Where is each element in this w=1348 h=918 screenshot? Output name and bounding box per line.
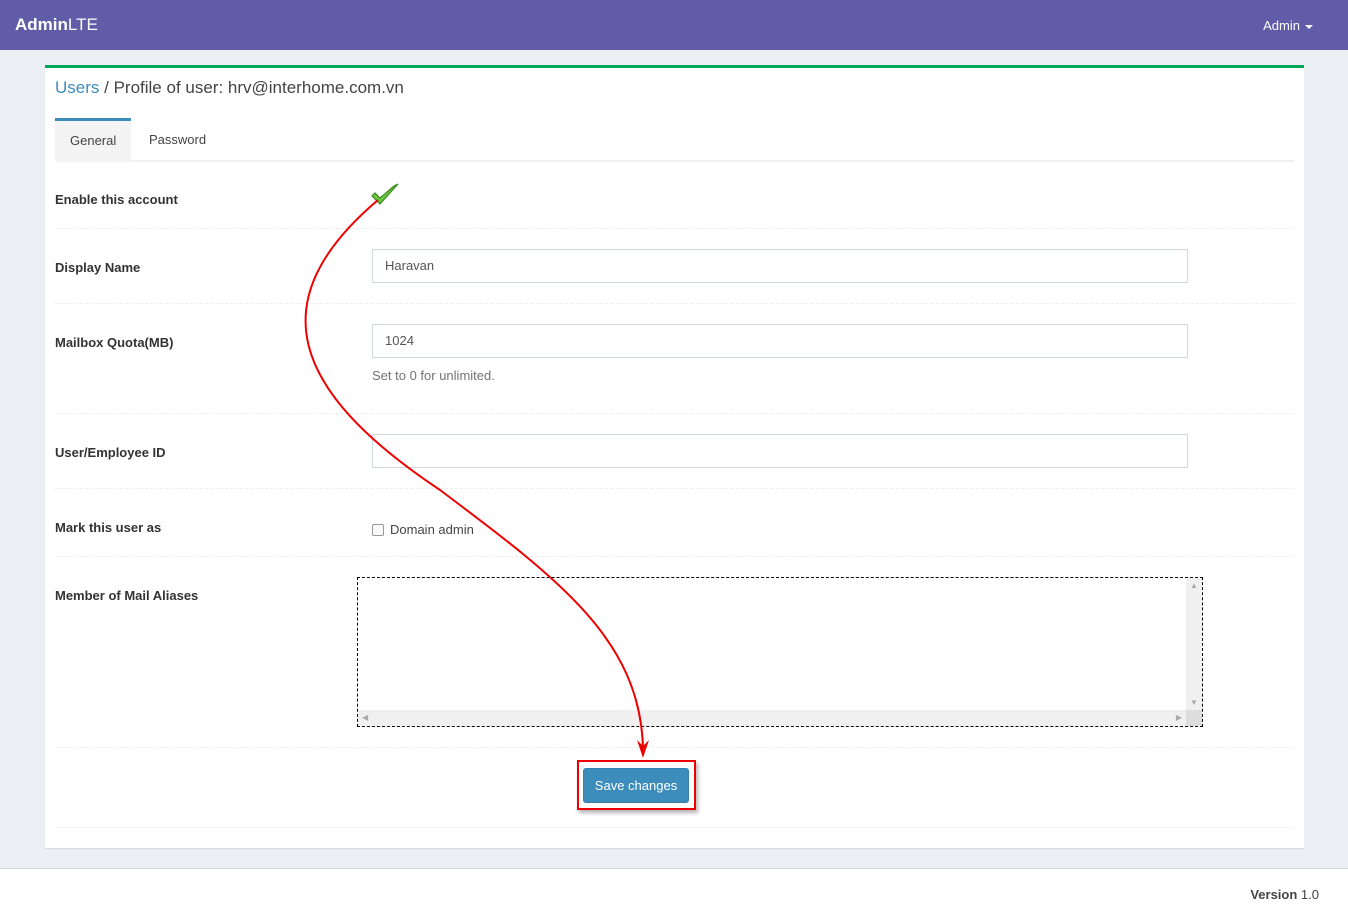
divider — [55, 488, 1294, 489]
footer: Version 1.0 — [0, 868, 1348, 918]
employee-id-label: User/Employee ID — [55, 445, 166, 460]
domain-admin-label: Domain admin — [390, 522, 474, 537]
employee-id-input[interactable] — [372, 434, 1188, 468]
version-label: Version — [1250, 887, 1298, 902]
divider — [55, 747, 1294, 748]
caret-down-icon — [1305, 24, 1313, 29]
vertical-scrollbar[interactable]: ▲ ▼ — [1186, 578, 1202, 710]
divider — [55, 827, 1294, 828]
mark-user-label: Mark this user as — [55, 520, 162, 535]
profile-box: Users / Profile of user: hrv@interhome.c… — [45, 65, 1304, 848]
page-title: Users / Profile of user: hrv@interhome.c… — [55, 78, 404, 98]
breadcrumb-users-link[interactable]: Users — [55, 78, 99, 97]
tab-general[interactable]: General — [55, 118, 132, 161]
tab-password[interactable]: Password — [134, 118, 221, 161]
enable-account-label: Enable this account — [55, 192, 178, 207]
display-name-label: Display Name — [55, 260, 141, 275]
mailbox-quota-label: Mailbox Quota(MB) — [55, 335, 174, 350]
version-value: 1.0 — [1300, 887, 1319, 902]
save-highlight-box: Save changes — [577, 760, 696, 810]
divider — [55, 413, 1294, 414]
domain-admin-checkbox[interactable]: Domain admin — [372, 522, 474, 537]
user-menu[interactable]: Admin — [1263, 18, 1313, 33]
mailbox-quota-input[interactable]: 1024 — [372, 324, 1188, 358]
checkbox-icon[interactable] — [372, 524, 384, 536]
logo[interactable]: AdminLTE — [15, 15, 98, 35]
logo-bold: Admin — [15, 15, 68, 34]
horizontal-scrollbar[interactable]: ◀ ▶ — [358, 710, 1186, 726]
divider — [55, 556, 1294, 557]
scroll-left-icon[interactable]: ◀ — [362, 713, 368, 722]
display-name-input[interactable]: Haravan — [372, 249, 1188, 283]
scroll-up-icon[interactable]: ▲ — [1190, 581, 1198, 590]
tabs: General Password — [55, 118, 1294, 161]
breadcrumb-separator: / — [99, 78, 114, 97]
enabled-checkmark-icon[interactable] — [370, 182, 400, 208]
quota-help-text: Set to 0 for unlimited. — [372, 368, 495, 383]
scroll-right-icon[interactable]: ▶ — [1176, 713, 1182, 722]
logo-light: LTE — [67, 15, 98, 34]
divider — [55, 303, 1294, 304]
top-navbar: AdminLTE Admin — [0, 0, 1348, 50]
scroll-down-icon[interactable]: ▼ — [1190, 698, 1198, 707]
mail-aliases-label: Member of Mail Aliases — [55, 588, 199, 603]
breadcrumb-title: Profile of user: hrv@interhome.com.vn — [113, 78, 404, 97]
mail-aliases-listbox[interactable]: ▲ ▼ ◀ ▶ — [357, 577, 1203, 727]
save-changes-button[interactable]: Save changes — [583, 768, 689, 803]
version-text: Version 1.0 — [1250, 887, 1319, 902]
scrollbar-corner — [1186, 710, 1202, 726]
divider — [55, 228, 1294, 229]
user-menu-label: Admin — [1263, 18, 1300, 33]
